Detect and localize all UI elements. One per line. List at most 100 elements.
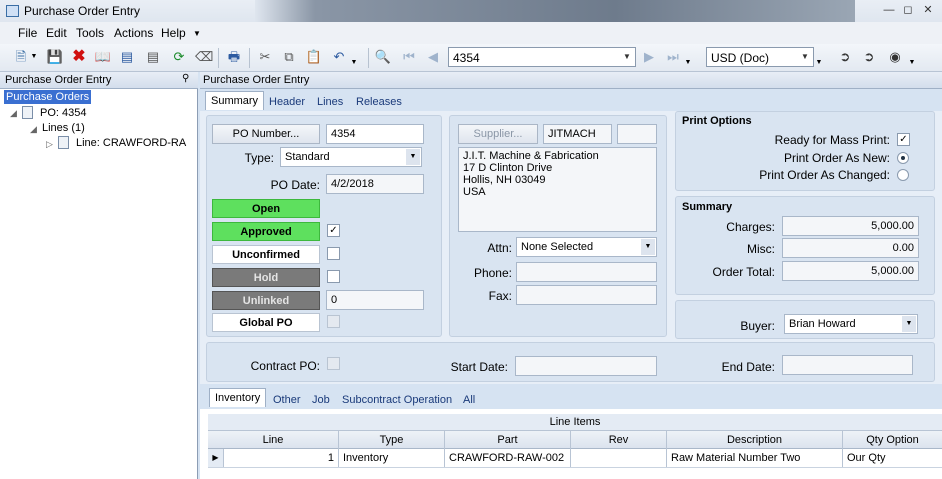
tab-releases[interactable]: Releases <box>356 96 402 108</box>
previous-record-icon[interactable]: ◀ <box>424 48 442 66</box>
tab-other[interactable]: Other <box>273 394 301 406</box>
column-header-rev[interactable]: Rev <box>571 431 667 449</box>
menu-file[interactable]: File <box>18 26 37 40</box>
supplier-extra-field[interactable] <box>617 124 657 144</box>
cell-part[interactable]: CRAWFORD-RAW-002 <box>445 449 571 467</box>
po-record-combo[interactable]: 4354 ▼ <box>448 47 636 67</box>
forward-icon[interactable]: ➲ <box>860 48 878 66</box>
undo-icon[interactable]: ↶ <box>330 48 348 66</box>
collapse-icon[interactable]: ◢ <box>10 108 17 119</box>
menu-overflow-icon[interactable]: ▼ <box>193 29 201 38</box>
cell-qty-option[interactable]: Our Qty <box>843 449 942 467</box>
ready-mass-print-checkbox[interactable]: ✓ <box>897 133 910 146</box>
status-unlinked: Unlinked <box>212 291 320 310</box>
print-as-new-radio[interactable] <box>897 152 909 164</box>
menu-tools[interactable]: Tools <box>76 26 104 40</box>
tab-job[interactable]: Job <box>312 394 330 406</box>
refresh-icon[interactable]: ⟳ <box>170 48 188 66</box>
search-icon[interactable]: 🔍 <box>374 48 392 66</box>
tab-subcontract-operation[interactable]: Subcontract Operation <box>342 394 452 406</box>
back-icon[interactable]: ➲ <box>836 48 854 66</box>
tree-node-line[interactable]: Line: CRAWFORD-RA <box>76 137 186 149</box>
fax-field[interactable] <box>516 285 657 305</box>
clear-icon[interactable]: ⌫ <box>195 48 213 66</box>
supplier-button[interactable]: Supplier... <box>458 124 538 144</box>
po-record-value: 4354 <box>453 51 480 65</box>
book-icon[interactable]: 📖 <box>94 48 112 66</box>
cell-rev[interactable] <box>571 449 667 467</box>
chevron-down-icon[interactable]: ▼ <box>902 316 916 332</box>
nav-dropdown-icon[interactable]: ▼ <box>684 54 692 72</box>
pin-icon[interactable]: ⚲ <box>182 73 189 84</box>
attachment-icon[interactable]: ▤ <box>144 48 162 66</box>
new-icon[interactable]: 🗎 <box>12 48 30 66</box>
save-icon[interactable]: 💾 <box>46 48 64 66</box>
cell-type[interactable]: Inventory <box>339 449 445 467</box>
chevron-down-icon[interactable]: ▼ <box>621 50 633 64</box>
column-header-type[interactable]: Type <box>339 431 445 449</box>
chevron-down-icon[interactable]: ▼ <box>641 239 655 255</box>
first-record-icon[interactable]: ⏮ <box>400 48 418 66</box>
tree-node-lines[interactable]: Lines (1) <box>42 122 85 134</box>
unlinked-field[interactable]: 0 <box>326 290 424 310</box>
po-number-field[interactable]: 4354 <box>326 124 424 144</box>
column-header-part[interactable]: Part <box>445 431 571 449</box>
left-pane-header: Purchase Order Entry ⚲ <box>0 72 198 89</box>
undo-dropdown-icon[interactable]: ▼ <box>350 54 358 72</box>
print-preview-icon[interactable]: ▤ <box>118 48 136 66</box>
tree-node-po[interactable]: PO: 4354 <box>40 107 86 119</box>
new-dropdown-icon[interactable]: ▼ <box>30 48 38 66</box>
title-bar <box>0 0 942 22</box>
cut-icon[interactable]: ✂ <box>256 48 274 66</box>
global-po-checkbox[interactable] <box>327 315 340 328</box>
po-date-field[interactable]: 4/2/2018 <box>326 174 424 194</box>
tab-all[interactable]: All <box>463 394 475 406</box>
tab-header[interactable]: Header <box>269 96 305 108</box>
currency-combo[interactable]: USD (Doc) ▼ <box>706 47 814 67</box>
tree-node-purchase-orders[interactable]: Purchase Orders <box>4 90 92 104</box>
cell-line[interactable]: 1 <box>224 449 339 467</box>
last-record-icon[interactable]: ⏭ <box>664 48 682 66</box>
expand-icon[interactable]: ▷ <box>46 139 53 150</box>
end-date-field[interactable] <box>782 355 913 375</box>
print-icon[interactable]: 🖶 <box>225 48 243 66</box>
attn-select[interactable]: None Selected ▼ <box>516 237 657 257</box>
currency-dropdown-icon[interactable]: ▼ <box>815 54 823 72</box>
menu-help[interactable]: Help <box>161 26 186 40</box>
type-select[interactable]: Standard ▼ <box>280 147 422 167</box>
next-record-icon[interactable]: ▶ <box>640 48 658 66</box>
po-number-button[interactable]: PO Number... <box>212 124 320 144</box>
phone-field[interactable] <box>516 262 657 282</box>
unconfirmed-checkbox[interactable] <box>327 247 340 260</box>
minimize-icon[interactable]: — <box>882 3 896 17</box>
buyer-select[interactable]: Brian Howard ▼ <box>784 314 918 334</box>
home-icon[interactable]: ◉ <box>886 48 904 66</box>
close-icon[interactable]: ✕ <box>921 3 935 17</box>
tab-inventory[interactable]: Inventory <box>209 388 267 407</box>
contract-po-checkbox[interactable] <box>327 357 340 370</box>
paste-icon[interactable]: 📋 <box>305 48 323 66</box>
cell-description[interactable]: Raw Material Number Two <box>667 449 843 467</box>
chevron-down-icon[interactable]: ▼ <box>406 149 420 165</box>
menu-edit[interactable]: Edit <box>46 26 67 40</box>
start-date-field[interactable] <box>515 356 657 376</box>
supplier-id-field[interactable]: JITMACH <box>543 124 612 144</box>
column-header-qty-option[interactable]: Qty Option <box>843 431 942 449</box>
hold-checkbox[interactable] <box>327 270 340 283</box>
column-header-line[interactable]: Line <box>208 431 339 449</box>
approved-checkbox[interactable]: ✓ <box>327 224 340 237</box>
toolbar-overflow-icon[interactable]: ▼ <box>908 54 916 72</box>
tab-summary[interactable]: Summary <box>205 91 265 110</box>
copy-icon[interactable]: ⧉ <box>280 48 298 66</box>
chevron-down-icon[interactable]: ▼ <box>799 50 811 64</box>
tab-lines[interactable]: Lines <box>317 96 343 108</box>
maximize-icon[interactable]: ◻ <box>901 3 915 17</box>
delete-icon[interactable]: ✖ <box>70 48 88 66</box>
print-as-changed-radio[interactable] <box>897 169 909 181</box>
menu-actions[interactable]: Actions <box>114 26 153 40</box>
row-selector-icon[interactable]: ▶ <box>208 449 224 467</box>
table-row[interactable]: ▶ 1 Inventory CRAWFORD-RAW-002 Raw Mater… <box>208 449 942 468</box>
collapse-icon[interactable]: ◢ <box>30 124 37 135</box>
column-header-description[interactable]: Description <box>667 431 843 449</box>
type-label: Type: <box>244 151 274 165</box>
